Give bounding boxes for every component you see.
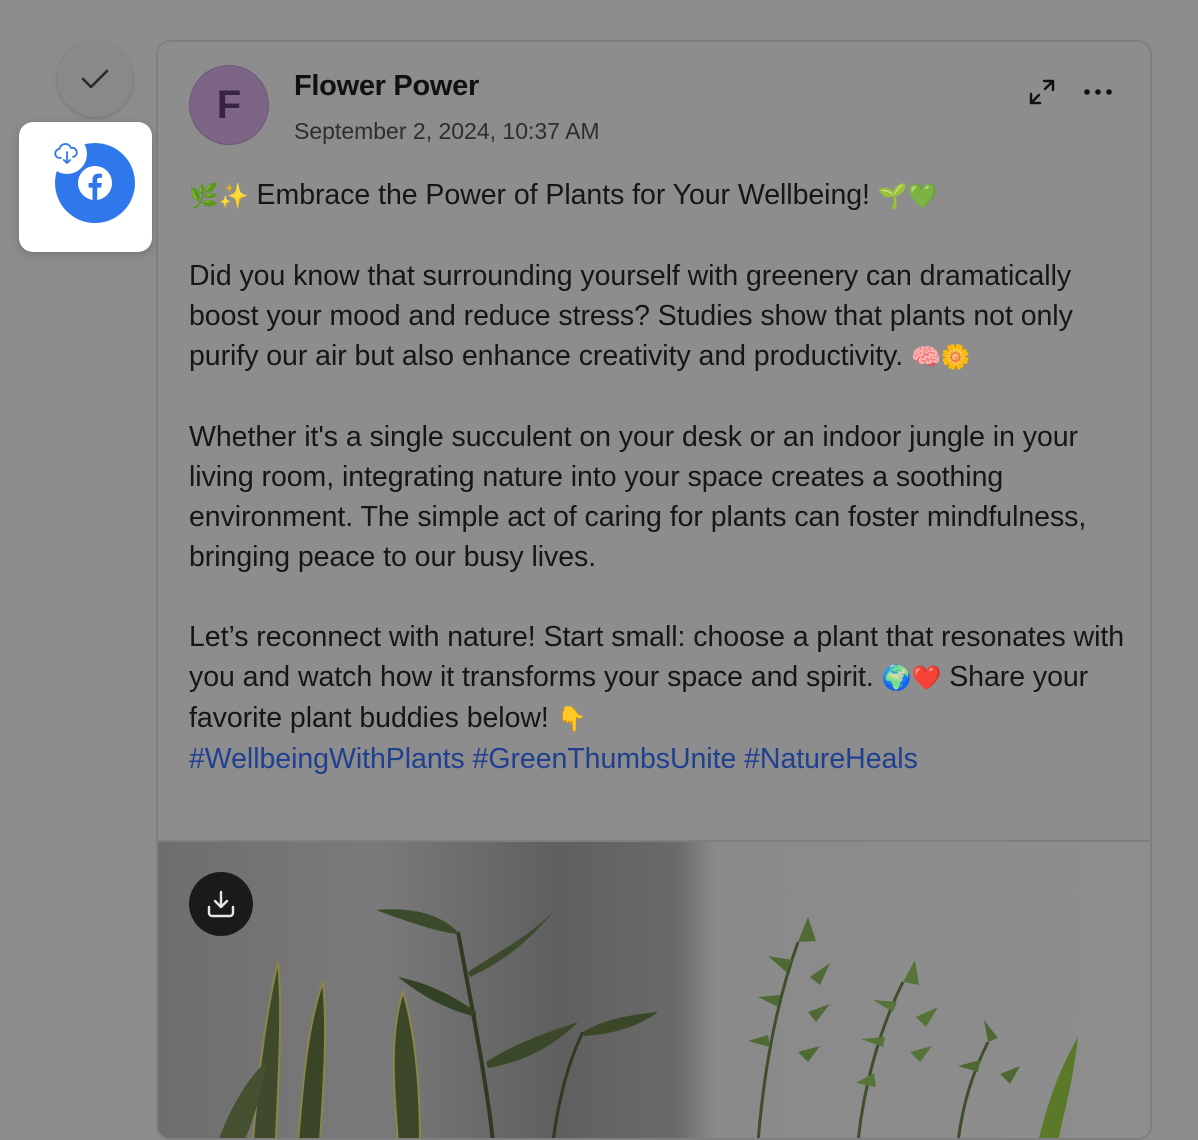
post-paragraph: 🌿✨ Embrace the Power of Plants for Your … — [189, 179, 938, 211]
point-down-emoji: 👇 — [556, 705, 587, 733]
post-paragraph: Let’s reconnect with nature! Start small… — [189, 621, 1125, 775]
post-paragraph: Whether it's a single succulent on your … — [189, 421, 1087, 573]
check-button[interactable] — [57, 41, 133, 117]
download-button[interactable] — [189, 872, 253, 936]
seedling-heart-emoji: 🌱💚 — [877, 182, 938, 210]
more-options-icon — [1084, 89, 1112, 95]
check-icon — [81, 69, 109, 89]
cloud-upload-icon — [54, 143, 78, 164]
globe-heart-emoji: 🌍❤️ — [881, 664, 942, 692]
more-options-button[interactable] — [1080, 76, 1116, 108]
leaf-sparkle-emoji: 🌿✨ — [189, 182, 249, 210]
post-paragraph: Did you know that surrounding yourself w… — [189, 260, 1073, 372]
expand-icon — [1029, 79, 1055, 105]
facebook-account-tile[interactable] — [19, 122, 152, 252]
plant-illustration — [219, 909, 1078, 1138]
expand-button[interactable] — [1026, 76, 1058, 108]
download-icon — [207, 890, 235, 918]
cloud-upload-badge — [47, 134, 87, 174]
post-card: F Flower Power September 2, 2024, 10:37 … — [156, 40, 1152, 1140]
hashtags[interactable]: #WellbeingWithPlants #GreenThumbsUnite #… — [189, 743, 918, 775]
avatar-initial: F — [216, 82, 242, 127]
avatar[interactable]: F — [189, 65, 269, 145]
post-image — [158, 840, 1150, 1138]
author-name: Flower Power — [294, 70, 479, 102]
post-body: 🌿✨ Embrace the Power of Plants for Your … — [189, 175, 1134, 779]
post-timestamp: September 2, 2024, 10:37 AM — [294, 118, 600, 144]
brain-flower-emoji: 🧠🌼 — [910, 343, 971, 371]
